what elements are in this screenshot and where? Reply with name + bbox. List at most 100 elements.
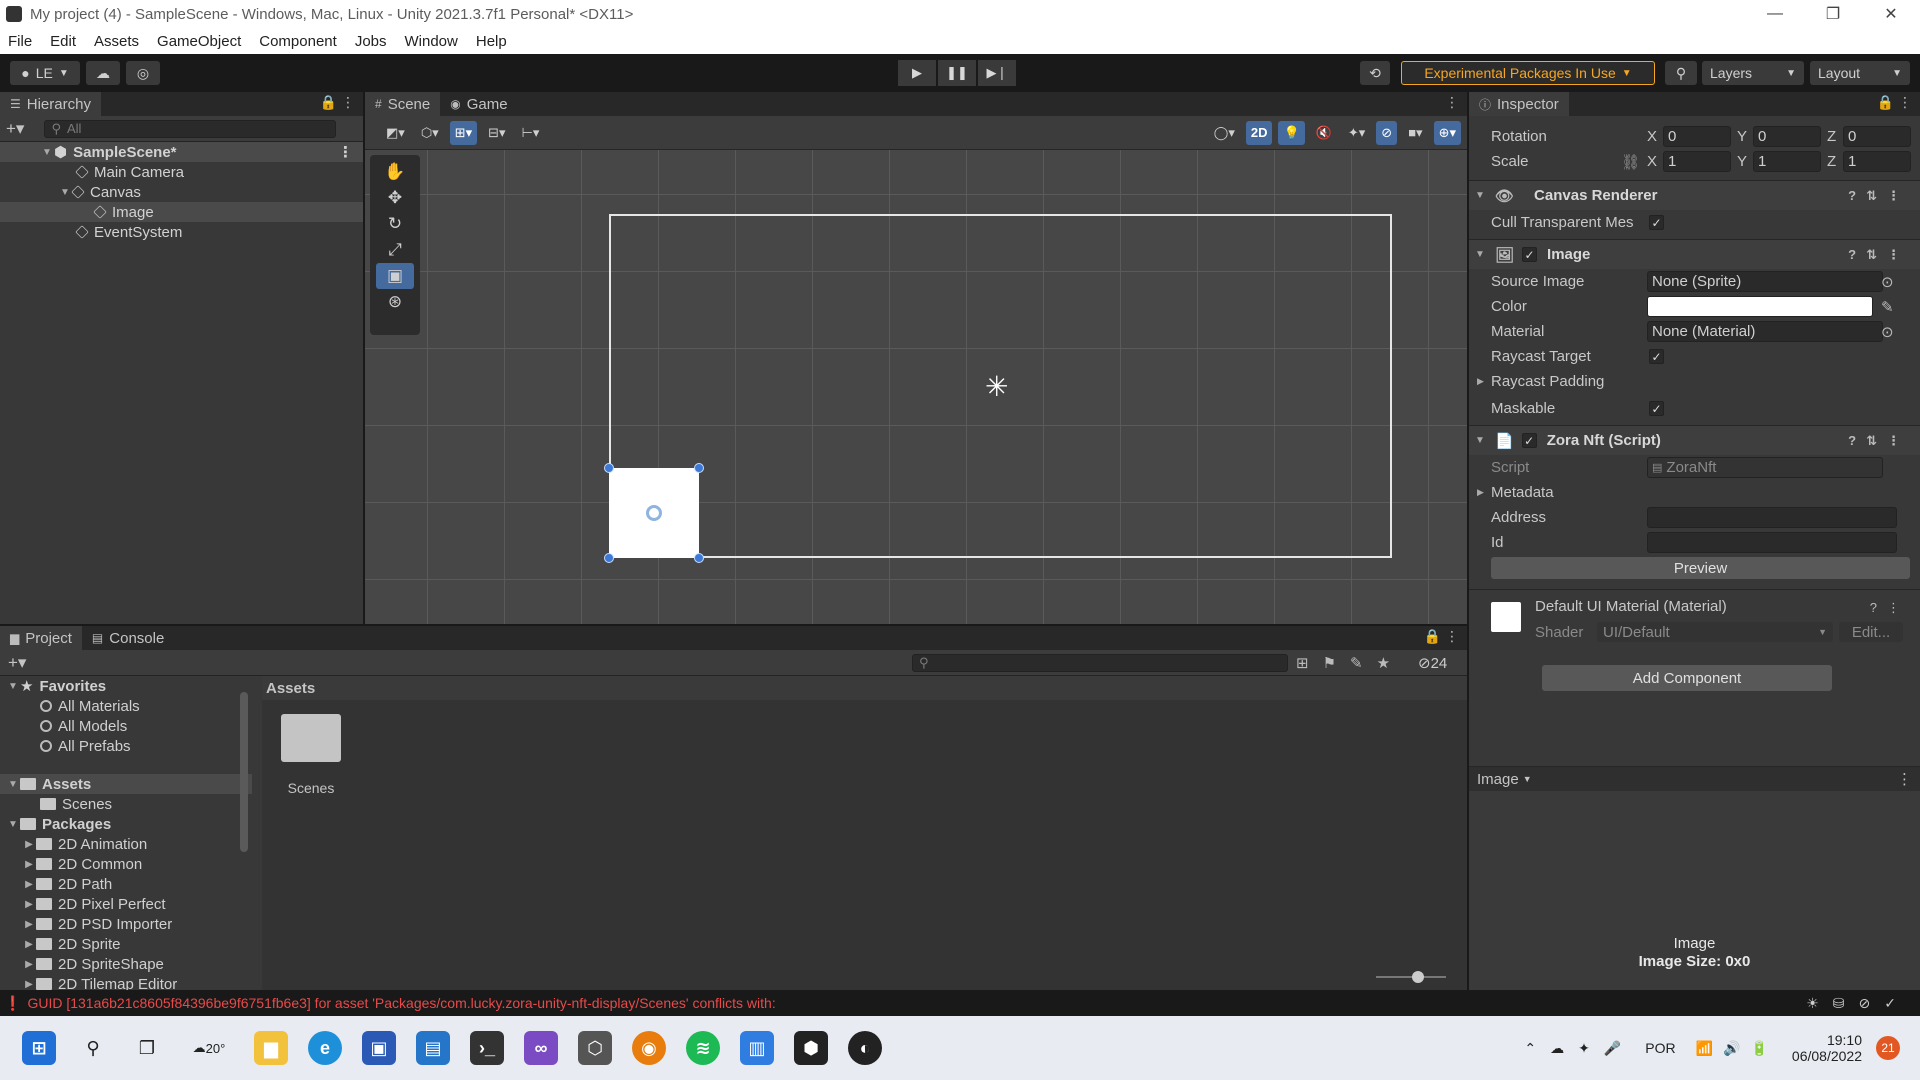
expand-arrow-icon[interactable]: ▶ xyxy=(1477,487,1484,498)
hierarchy-item-main-camera[interactable]: Main Camera xyxy=(0,162,363,182)
menu-gameobject[interactable]: GameObject xyxy=(157,33,241,50)
project-search-input[interactable]: ⚲ xyxy=(912,653,1288,672)
tab-hierarchy[interactable]: ☰ Hierarchy xyxy=(0,92,101,116)
zora-nft-header[interactable]: ▼ 📄 ✓ Zora Nft (Script) ?⇅⋮ xyxy=(1469,425,1920,455)
shader-dropdown[interactable]: UI/Default ▼ xyxy=(1597,622,1833,642)
breadcrumb[interactable]: Assets xyxy=(262,676,1467,700)
scene-viewport[interactable]: ✋ ✥ ↻ ⤢ ▣ ⊛ ✳ xyxy=(365,150,1467,624)
package-item[interactable]: ▶ 2D Path xyxy=(0,874,252,894)
expand-arrow-icon[interactable]: ▼ xyxy=(6,681,20,692)
start-icon[interactable]: ⊞ xyxy=(22,1031,56,1065)
selected-image-rect[interactable] xyxy=(609,468,699,558)
metadata-row[interactable]: ▶ Metadata xyxy=(1469,480,1920,505)
hidden-packages-icon[interactable]: ⊘24 xyxy=(1418,654,1447,672)
raycast-target-checkbox[interactable]: ✓ xyxy=(1649,349,1664,364)
object-picker-icon[interactable]: ⊙ xyxy=(1881,273,1894,291)
preview-header[interactable]: Image ▼ ⋮ xyxy=(1469,767,1920,791)
package-item[interactable]: ▶ 2D Sprite xyxy=(0,934,252,954)
menu-window[interactable]: Window xyxy=(405,33,458,50)
notification-badge[interactable]: 21 xyxy=(1876,1036,1900,1060)
rect-tool-icon[interactable]: ▣ xyxy=(376,263,414,289)
material-field[interactable]: None (Material) xyxy=(1647,321,1883,342)
menu-help[interactable]: Help xyxy=(476,33,507,50)
obs-icon[interactable]: ◐ xyxy=(848,1031,882,1065)
step-button[interactable]: ▶❘ xyxy=(978,60,1016,86)
panel-menu-icon[interactable]: 🔒 ⋮ xyxy=(1877,94,1912,111)
expand-arrow-icon[interactable]: ▶ xyxy=(22,859,36,870)
assets-item[interactable]: ▼ Assets xyxy=(0,774,252,794)
collab-icon[interactable]: ◎ xyxy=(126,61,160,85)
maskable-checbox[interactable]: ✓ xyxy=(1649,401,1664,416)
tab-scene[interactable]: # Scene xyxy=(365,92,441,116)
hierarchy-item-eventsystem[interactable]: EventSystem xyxy=(0,222,363,242)
zora-enabled-checkbox[interactable]: ✓ xyxy=(1521,433,1537,448)
expand-arrow-icon[interactable]: ▶ xyxy=(22,959,36,970)
expand-arrow-icon[interactable]: ▼ xyxy=(40,147,54,158)
edit-shader-button[interactable]: Edit... xyxy=(1839,622,1903,642)
collapse-arrow-icon[interactable]: ▼ xyxy=(1473,190,1487,201)
clock[interactable]: 19:10 06/08/2022 xyxy=(1792,1032,1862,1064)
component-actions-icon[interactable]: ?⇅⋮ xyxy=(1848,433,1910,449)
preview-button[interactable]: Preview xyxy=(1491,557,1910,579)
expand-arrow-icon[interactable]: ▼ xyxy=(6,779,20,790)
app-icon[interactable]: ▤ xyxy=(416,1031,450,1065)
panel-menu-icon[interactable]: ⋮ xyxy=(1445,94,1459,111)
language-indicator[interactable]: POR xyxy=(1645,1040,1675,1056)
notepad-icon[interactable]: ▥ xyxy=(740,1031,774,1065)
toggle-2d-button[interactable]: 2D xyxy=(1245,120,1273,145)
visual-studio-icon[interactable]: ∞ xyxy=(524,1031,558,1065)
tab-game[interactable]: ◉ Game xyxy=(440,92,517,116)
scale-y-field[interactable]: 1 xyxy=(1753,151,1821,172)
menu-jobs[interactable]: Jobs xyxy=(355,33,387,50)
transform-tool-icon[interactable]: ⊛ xyxy=(376,289,414,315)
tab-console[interactable]: ▤ Console xyxy=(82,626,174,650)
account-dropdown[interactable]: ● LE ▼ xyxy=(10,61,80,85)
asset-folder-scenes[interactable]: Scenes xyxy=(276,714,346,796)
hierarchy-search-input[interactable]: ⚲ All xyxy=(44,119,337,138)
status-icons[interactable]: ☀⛁⊘✓ xyxy=(1806,995,1910,1012)
add-component-button[interactable]: Add Component xyxy=(1542,665,1832,691)
gizmos-icon[interactable]: ⊕▾ xyxy=(1433,120,1461,145)
package-item[interactable]: ▶ 2D Common xyxy=(0,854,252,874)
favorites-all-materials[interactable]: All Materials xyxy=(0,696,252,716)
search-icon[interactable]: ⚲ xyxy=(76,1031,110,1065)
corner-handle[interactable] xyxy=(694,553,704,563)
color-field[interactable] xyxy=(1647,296,1873,317)
cloud-icon[interactable]: ☁ xyxy=(86,61,120,85)
blender-icon[interactable]: ◉ xyxy=(632,1031,666,1065)
expand-arrow-icon[interactable]: ▶ xyxy=(22,879,36,890)
ruler-icon[interactable]: ⊢▾ xyxy=(517,121,545,145)
material-actions-icon[interactable]: ?⋮ xyxy=(1870,600,1910,616)
menu-component[interactable]: Component xyxy=(259,33,337,50)
more-icon[interactable]: ⋮ xyxy=(338,143,353,161)
audio-icon[interactable]: 🔇 xyxy=(1311,121,1337,145)
network-icons[interactable]: 📶🔊🔋 xyxy=(1696,1040,1778,1057)
draw-mode-icon[interactable]: ◩▾ xyxy=(381,121,410,145)
expand-arrow-icon[interactable]: ▶ xyxy=(22,979,36,990)
raycast-padding-row[interactable]: ▶ Raycast Padding xyxy=(1469,369,1920,394)
panel-menu-icon[interactable]: ⋮ xyxy=(1897,770,1912,788)
object-picker-icon[interactable]: ⊙ xyxy=(1881,323,1894,341)
hidden-objects-icon[interactable]: ⊘ xyxy=(1376,120,1398,145)
grid-snap-icon[interactable]: ⊞▾ xyxy=(449,120,478,145)
expand-arrow-icon[interactable]: ▶ xyxy=(22,919,36,930)
cull-transparent-checkbox[interactable]: ✓ xyxy=(1649,215,1664,230)
weather-icon[interactable]: ☁ 20° xyxy=(184,1031,234,1065)
tree-scrollbar[interactable] xyxy=(240,692,248,852)
menu-edit[interactable]: Edit xyxy=(50,33,76,50)
layout-dropdown[interactable]: Layout ▼ xyxy=(1810,61,1910,85)
expand-arrow-icon[interactable]: ▼ xyxy=(6,819,20,830)
corner-handle[interactable] xyxy=(604,553,614,563)
image-enabled-checkbox[interactable]: ✓ xyxy=(1522,247,1538,262)
menu-file[interactable]: File xyxy=(8,33,32,50)
terminal-icon[interactable]: ›_ xyxy=(470,1031,504,1065)
snap-increment-icon[interactable]: ⊟▾ xyxy=(483,121,510,145)
canvas-renderer-header[interactable]: ▼ 👁 Canvas Renderer ?⇅⋮ xyxy=(1469,180,1920,210)
source-image-field[interactable]: None (Sprite) xyxy=(1647,271,1883,292)
collapse-arrow-icon[interactable]: ▼ xyxy=(1473,249,1487,260)
packages-item[interactable]: ▼ Packages xyxy=(0,814,252,834)
orientation-icon[interactable]: ◯▾ xyxy=(1209,121,1240,145)
package-item[interactable]: ▶ 2D Animation xyxy=(0,834,252,854)
store-icon[interactable]: ▣ xyxy=(362,1031,396,1065)
history-icon[interactable]: ⟲ xyxy=(1360,61,1390,85)
